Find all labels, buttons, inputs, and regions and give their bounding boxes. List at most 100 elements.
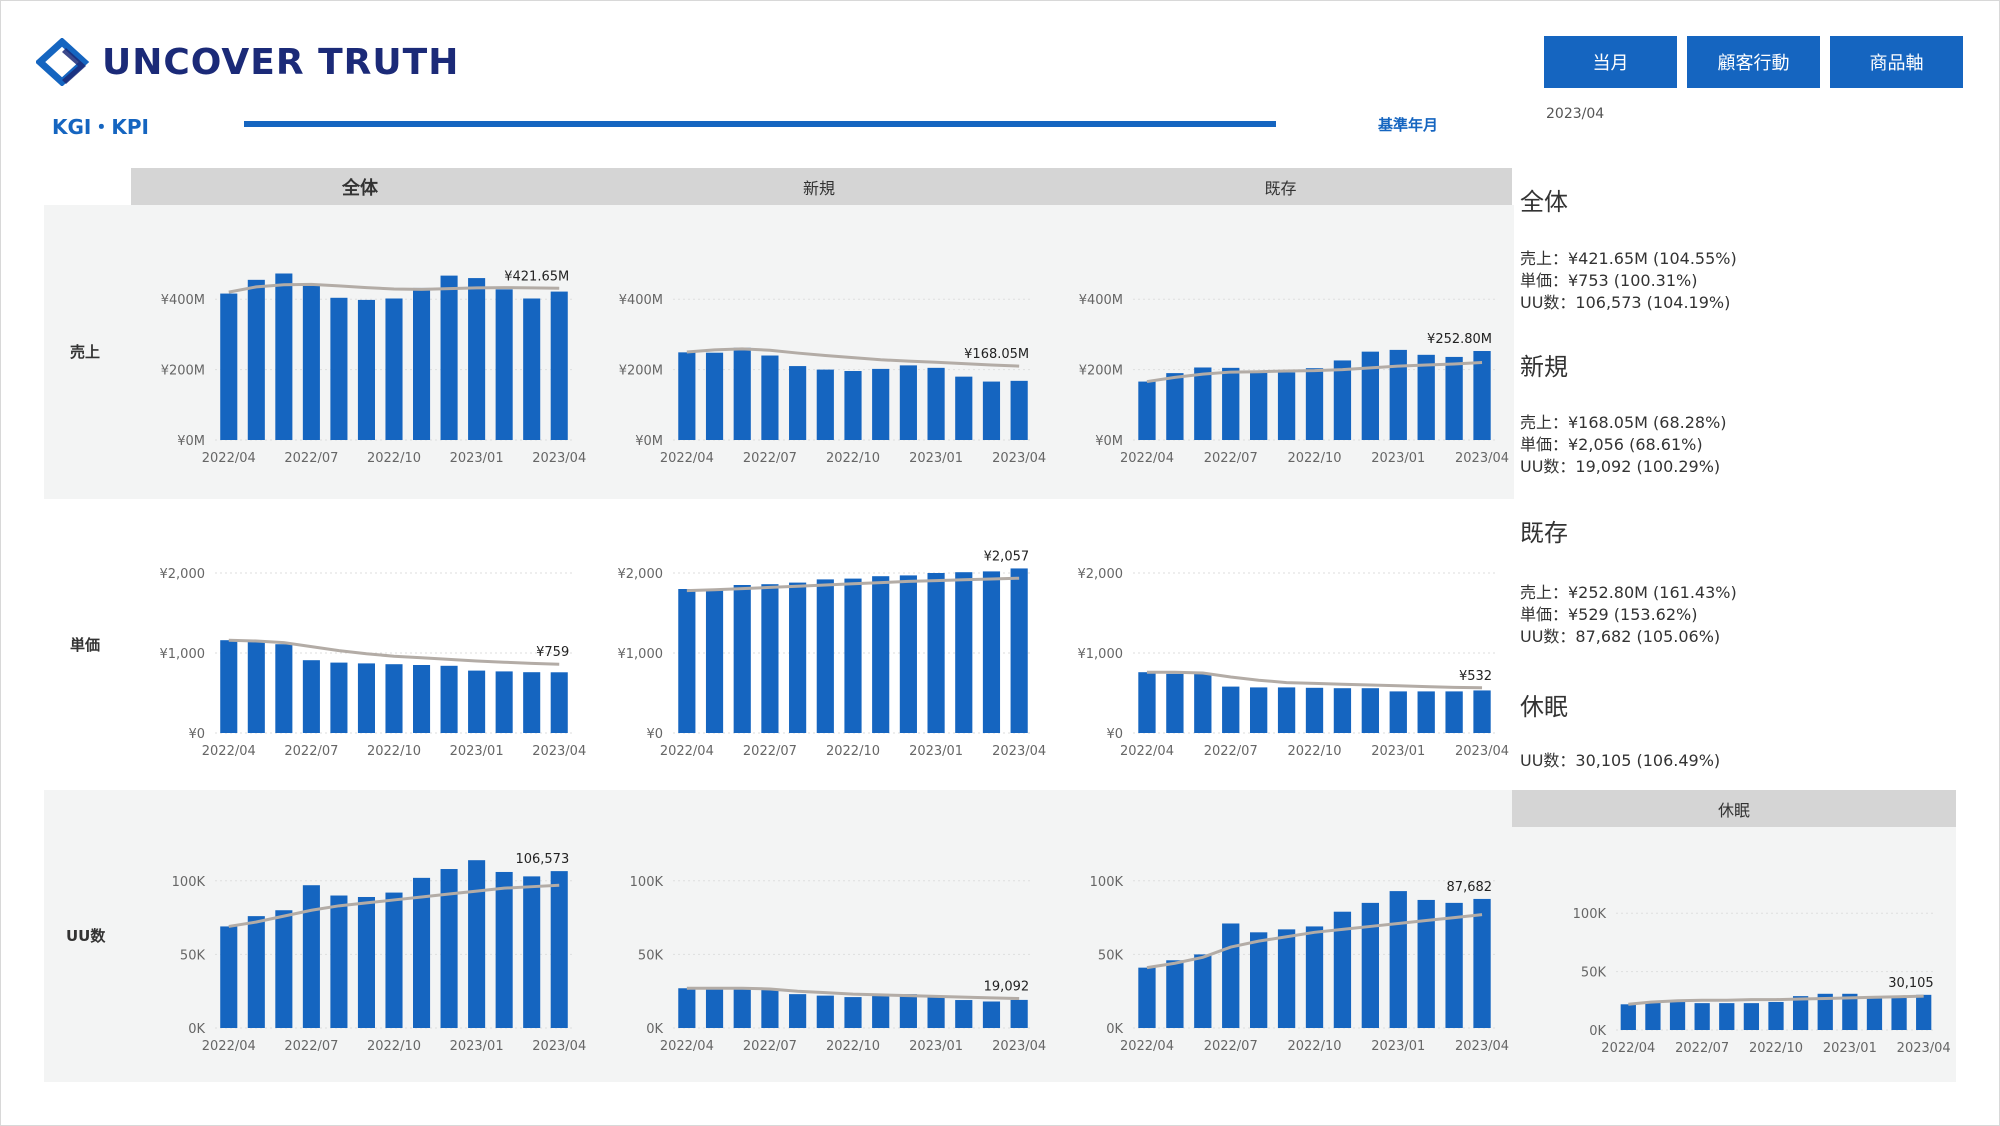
bar <box>844 997 862 1028</box>
y-tick-label: ¥200M <box>1079 364 1123 379</box>
chart-uu-existing: 0K 50K 100K 87,682 2022/04 2022/07 2022/10 2023… <box>1090 875 1509 1054</box>
chart-uu-new: 0K 50K 100K 19,092 2022/04 2022/07 2022/10 2023… <box>630 875 1047 1054</box>
bar <box>733 347 751 440</box>
data-label: ¥168.05M <box>964 347 1029 362</box>
bar <box>1222 923 1240 1028</box>
bar <box>302 660 320 733</box>
bar <box>550 871 568 1028</box>
data-label: ¥421.65M <box>504 269 569 284</box>
chart-price-existing: ¥0 ¥1,000 ¥2,000 ¥532 2022/04 2022/07 2022/10 2… <box>1078 567 1510 759</box>
x-tick-label: 2023/01 <box>909 744 963 759</box>
bar <box>899 365 917 440</box>
x-tick-label: 2022/04 <box>660 451 714 466</box>
y-tick-label: 0K <box>1589 1024 1606 1039</box>
row-label-uu: UU数 <box>66 927 106 945</box>
bar <box>468 278 486 440</box>
bar <box>761 584 779 733</box>
y-tick-label: ¥0 <box>646 727 663 742</box>
y-tick-label: 100K <box>1090 875 1124 890</box>
y-tick-label: 50K <box>638 948 664 963</box>
y-tick-label: ¥0M <box>177 434 205 449</box>
summary-line: 単価：¥753 (100.31%) <box>1520 271 1698 290</box>
x-tick-label: 2022/10 <box>826 451 880 466</box>
bar <box>413 877 431 1028</box>
bar <box>927 573 945 733</box>
x-tick-label: 2022/04 <box>1120 451 1174 466</box>
x-tick-label: 2022/04 <box>660 744 714 759</box>
bar <box>1166 373 1184 440</box>
bar <box>1010 568 1028 733</box>
bar <box>1389 891 1407 1028</box>
bar <box>1473 898 1491 1028</box>
row-label-sales: 売上 <box>70 343 101 361</box>
bar <box>1138 381 1156 440</box>
summary-title-existing: 既存 <box>1520 519 1568 547</box>
summary-title-total: 全体 <box>1520 188 1568 216</box>
bar <box>1305 687 1324 733</box>
bar <box>1194 954 1212 1028</box>
column-header-dormant: 休眠 <box>1512 790 1956 827</box>
nav-button-current-month[interactable]: 当月 <box>1544 36 1677 88</box>
bar <box>1333 360 1352 440</box>
y-tick-label: ¥200M <box>619 364 663 379</box>
y-tick-label: ¥2,000 <box>160 567 206 582</box>
x-tick-label: 2022/07 <box>743 451 797 466</box>
x-tick-label: 2023/04 <box>992 451 1046 466</box>
x-tick-label: 2022/10 <box>1749 1041 1803 1056</box>
bar <box>357 663 375 733</box>
x-tick-label: 2023/01 <box>1823 1041 1877 1056</box>
bar <box>1277 929 1296 1028</box>
bar <box>733 585 751 733</box>
bar <box>872 995 890 1028</box>
base-month-value[interactable]: 2023/04 <box>1546 106 1604 122</box>
bar <box>1277 372 1296 440</box>
y-tick-label: 50K <box>1098 948 1124 963</box>
bar <box>872 368 890 440</box>
data-label: 87,682 <box>1447 880 1493 895</box>
nav-button-product-axis[interactable]: 商品軸 <box>1830 36 1963 88</box>
bar <box>1277 687 1296 733</box>
x-tick-label: 2022/07 <box>284 1039 338 1054</box>
bar <box>1305 926 1324 1028</box>
y-tick-label: ¥1,000 <box>618 647 664 662</box>
x-tick-label: 2023/01 <box>1371 744 1425 759</box>
x-tick-label: 2022/07 <box>284 744 338 759</box>
base-month-label: 基準年月 <box>1378 116 1439 134</box>
bar <box>789 366 807 440</box>
nav-button-customer-behavior[interactable]: 顧客行動 <box>1687 36 1820 88</box>
chart-price-new: ¥0 ¥1,000 ¥2,000 ¥2,057 2022/04 2022/07 2022/1… <box>618 549 1047 759</box>
x-tick-label: 2022/04 <box>660 1039 714 1054</box>
bar <box>468 860 486 1028</box>
bar <box>275 910 293 1028</box>
chart-uu-dormant: 0K 50K 100K 30,105 2022/04 2022/07 2022/10 2023… <box>1573 907 1951 1056</box>
bar <box>899 575 917 733</box>
summary-line: UU数：19,092 (100.29%) <box>1520 457 1721 476</box>
bar <box>1138 672 1156 733</box>
bar <box>357 896 375 1028</box>
bar <box>385 298 403 440</box>
bar <box>440 275 458 440</box>
bar <box>275 273 293 440</box>
bar <box>705 589 724 733</box>
bar <box>1249 687 1268 733</box>
bar <box>523 298 541 440</box>
bar <box>733 988 751 1028</box>
y-tick-label: 100K <box>172 875 206 890</box>
bar <box>1389 349 1407 440</box>
bar <box>816 369 834 440</box>
bar <box>220 926 238 1028</box>
bar <box>678 352 696 440</box>
chart-sales-existing: ¥0M ¥200M ¥400M ¥252.80M 2022/04 2022/07 2022/… <box>1079 293 1509 466</box>
y-tick-label: 0K <box>646 1022 663 1037</box>
bar <box>927 995 945 1028</box>
bar <box>1166 673 1184 733</box>
bar <box>247 916 265 1028</box>
y-tick-label: ¥400M <box>1079 293 1123 308</box>
x-tick-label: 2022/10 <box>367 1039 421 1054</box>
bar <box>761 989 779 1028</box>
bar <box>220 293 238 440</box>
bar <box>1445 356 1463 440</box>
bar <box>523 876 541 1028</box>
x-tick-label: 2023/04 <box>532 1039 586 1054</box>
bar <box>330 297 348 440</box>
